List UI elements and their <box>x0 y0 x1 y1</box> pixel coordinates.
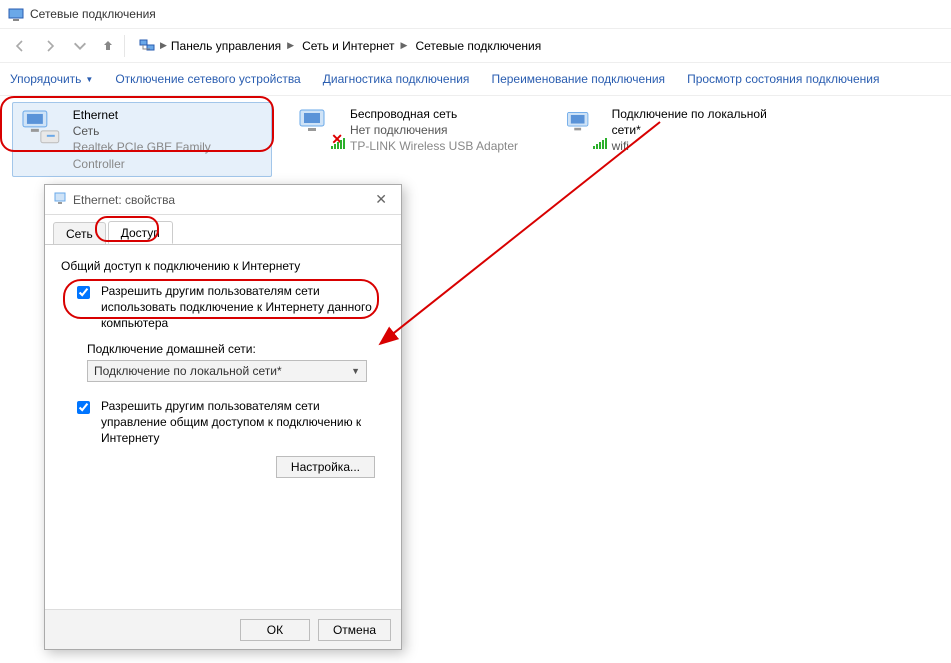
checkbox-allow-sharing-input[interactable] <box>77 286 90 299</box>
connection-device: TP-LINK Wireless USB Adapter <box>350 138 518 154</box>
diagnose-link[interactable]: Диагностика подключения <box>323 72 470 86</box>
connection-text: Ethernet Сеть Realtek PCIe GBE Family Co… <box>73 107 265 172</box>
connection-name: Подключение по локальной сети* <box>612 106 772 138</box>
checkbox-allow-control-input[interactable] <box>77 401 90 414</box>
separator <box>124 35 125 57</box>
dialog-app-icon <box>53 191 67 208</box>
disable-device-link[interactable]: Отключение сетевого устройства <box>115 72 300 86</box>
command-bar: Упорядочить ▼ Отключение сетевого устрой… <box>0 62 951 96</box>
up-button[interactable] <box>96 32 120 60</box>
dialog-title: Ethernet: свойства <box>73 193 175 207</box>
settings-button[interactable]: Настройка... <box>276 456 375 478</box>
content-area: Ethernet Сеть Realtek PCIe GBE Family Co… <box>0 96 951 183</box>
network-icon <box>138 37 156 55</box>
connection-name: Беспроводная сеть <box>350 106 518 122</box>
connection-wireless[interactable]: ✕ Беспроводная сеть Нет подключения TP-L… <box>290 102 540 159</box>
rename-link[interactable]: Переименование подключения <box>491 72 665 86</box>
connection-local[interactable]: Подключение по локальной сети* wifi <box>558 102 778 159</box>
local-icon <box>564 106 602 146</box>
back-button[interactable] <box>6 32 34 60</box>
view-status-link[interactable]: Просмотр состояния подключения <box>687 72 879 86</box>
chevron-right-icon: ▶ <box>401 40 408 51</box>
organize-label: Упорядочить <box>10 72 81 86</box>
breadcrumb-label: Панель управления <box>171 39 281 53</box>
navbar: ▶ Панель управления ▶ Сеть и Интернет ▶ Се… <box>0 28 951 62</box>
app-icon <box>8 6 24 22</box>
breadcrumb-network-connections[interactable]: Сетевые подключения <box>411 36 545 56</box>
chevron-right-icon: ▶ <box>287 40 294 51</box>
tab-access[interactable]: Доступ <box>108 221 173 244</box>
dialog-titlebar: Ethernet: свойства ✕ <box>45 185 401 215</box>
connection-status: Сеть <box>73 123 265 139</box>
tab-network[interactable]: Сеть <box>53 222 106 245</box>
window-title: Сетевые подключения <box>30 7 156 21</box>
group-title-ics: Общий доступ к подключению к Интернету <box>61 259 385 273</box>
checkbox-allow-sharing[interactable]: Разрешить другим пользователям сети испо… <box>73 283 373 332</box>
dialog-tabs: Сеть Доступ <box>45 219 401 245</box>
chevron-down-icon: ▼ <box>85 75 93 84</box>
chevron-right-icon: ▶ <box>160 40 167 51</box>
dialog-footer: ОК Отмена <box>45 609 401 649</box>
connections-row: Ethernet Сеть Realtek PCIe GBE Family Co… <box>12 102 939 177</box>
cancel-button[interactable]: Отмена <box>318 619 391 641</box>
connection-status: Нет подключения <box>350 122 518 138</box>
home-network-combo[interactable]: Подключение по локальной сети* ▼ <box>87 360 367 382</box>
chevron-down-icon: ▼ <box>351 366 360 376</box>
checkbox-allow-control[interactable]: Разрешить другим пользователям сети упра… <box>73 398 373 447</box>
breadcrumb-label: Сеть и Интернет <box>302 39 394 53</box>
signal-bars-icon <box>331 137 345 149</box>
titlebar: Сетевые подключения <box>0 0 951 28</box>
address-bar[interactable]: ▶ Панель управления ▶ Сеть и Интернет ▶ Се… <box>133 33 693 59</box>
breadcrumb-network-internet[interactable]: Сеть и Интернет ▶ <box>298 36 411 56</box>
ok-button[interactable]: ОК <box>240 619 310 641</box>
signal-bars-icon <box>593 137 607 149</box>
properties-dialog: Ethernet: свойства ✕ Сеть Доступ Общий д… <box>44 184 402 650</box>
combo-value: Подключение по локальной сети* <box>94 364 282 378</box>
breadcrumb-control-panel[interactable]: Панель управления ▶ <box>167 36 298 56</box>
recent-locations-button[interactable] <box>66 32 94 60</box>
connection-status: wifi <box>612 138 772 154</box>
connection-name: Ethernet <box>73 107 265 123</box>
breadcrumb-label: Сетевые подключения <box>415 39 541 53</box>
connection-text: Беспроводная сеть Нет подключения TP-LIN… <box>350 106 518 155</box>
close-button[interactable]: ✕ <box>369 189 393 210</box>
dialog-body: Общий доступ к подключению к Интернету Р… <box>45 245 401 486</box>
ethernet-icon <box>19 107 63 147</box>
checkbox-allow-control-label: Разрешить другим пользователям сети упра… <box>101 398 373 447</box>
forward-button[interactable] <box>36 32 64 60</box>
organize-menu[interactable]: Упорядочить ▼ <box>10 72 93 86</box>
connection-text: Подключение по локальной сети* wifi <box>612 106 772 155</box>
wireless-icon: ✕ <box>296 106 340 146</box>
connection-device: Realtek PCIe GBE Family Controller <box>73 139 265 171</box>
connection-ethernet[interactable]: Ethernet Сеть Realtek PCIe GBE Family Co… <box>12 102 272 177</box>
checkbox-allow-sharing-label: Разрешить другим пользователям сети испо… <box>101 283 373 332</box>
home-network-label: Подключение домашней сети: <box>87 342 385 356</box>
